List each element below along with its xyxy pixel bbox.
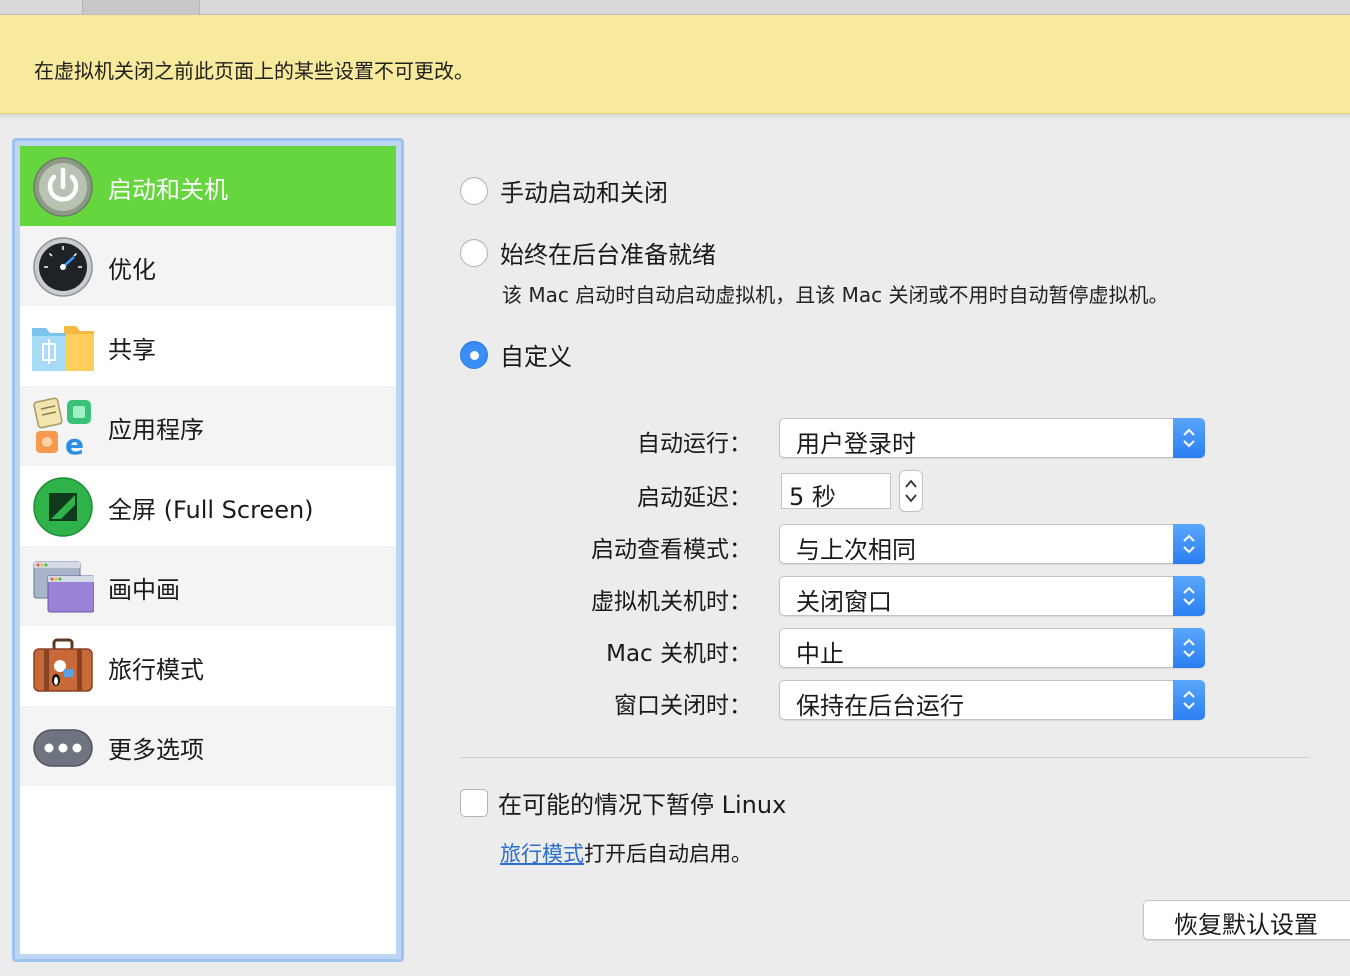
section-divider	[460, 757, 1310, 758]
radio-button-selected[interactable]	[460, 340, 488, 369]
sidebar-item-more-options[interactable]: 更多选项	[20, 706, 396, 786]
applications-icon: e	[32, 396, 94, 461]
sidebar-item-fullscreen[interactable]: 全屏 (Full Screen)	[20, 466, 396, 546]
chevron-updown-icon	[1173, 680, 1205, 720]
sidebar-item-applications[interactable]: e 应用程序	[20, 386, 396, 466]
startup-delay-stepper[interactable]	[899, 470, 923, 512]
radio-manual-startup[interactable]: 手动启动和关闭	[460, 173, 668, 208]
always-ready-description: 该 Mac 启动时自动启动虚拟机，且该 Mac 关闭或不用时自动暂停虚拟机。	[502, 283, 1169, 307]
svg-text:e: e	[65, 428, 84, 458]
mac-shutdown-select[interactable]: 中止	[779, 628, 1205, 668]
sidebar-item-optimization[interactable]: 优化	[20, 226, 396, 306]
sidebar-item-label: 全屏 (Full Screen)	[108, 496, 314, 524]
button-label: 恢复默认设置	[1174, 911, 1318, 939]
checkbox-label: 在可能的情况下暂停 Linux	[498, 791, 787, 819]
field-value: 5 秒	[789, 483, 836, 511]
picture-in-picture-icon	[32, 556, 95, 618]
sidebar-item-label: 应用程序	[108, 416, 204, 444]
pause-linux-option[interactable]: 在可能的情况下暂停 Linux	[460, 785, 786, 820]
select-value: 与上次相同	[796, 536, 916, 564]
auto-run-select[interactable]: 用户登录时	[779, 418, 1205, 458]
sidebar-list: 启动和关机 优化 共享 e 应用程序 全屏 (Full Screen) 画中画 …	[20, 146, 396, 954]
toolbar-tabs	[0, 0, 1350, 15]
chevron-updown-icon	[1173, 524, 1205, 564]
startup-delay-field[interactable]: 5 秒	[781, 473, 891, 511]
speedometer-icon	[32, 236, 94, 298]
radio-label: 自定义	[500, 343, 572, 371]
sidebar-item-pip[interactable]: 画中画	[20, 546, 396, 626]
power-icon	[32, 156, 94, 218]
vm-shutdown-select[interactable]: 关闭窗口	[779, 576, 1205, 616]
mac-shutdown-label: Mac 关机时：	[606, 641, 752, 667]
window-close-select[interactable]: 保持在后台运行	[779, 680, 1205, 720]
chevron-updown-icon	[1173, 418, 1205, 458]
startup-delay-label: 启动延迟：	[637, 485, 752, 511]
vm-shutdown-label: 虚拟机关机时：	[591, 589, 752, 615]
more-options-icon	[32, 716, 94, 778]
chevron-updown-icon	[1173, 576, 1205, 616]
select-value: 中止	[796, 640, 844, 668]
sidebar-item-label: 旅行模式	[108, 656, 204, 684]
sidebar-item-label: 优化	[108, 256, 156, 284]
warning-banner: 在虚拟机关闭之前此页面上的某些设置不可更改。	[0, 15, 1350, 114]
sidebar-item-label: 共享	[108, 336, 156, 364]
window-close-label: 窗口关闭时：	[614, 693, 752, 719]
sidebar: 启动和关机 优化 共享 e 应用程序 全屏 (Full Screen) 画中画 …	[12, 138, 404, 962]
radio-always-ready[interactable]: 始终在后台准备就绪	[460, 235, 716, 270]
sidebar-item-label: 画中画	[108, 576, 180, 604]
chevron-updown-icon	[1173, 628, 1205, 668]
view-mode-label: 启动查看模式：	[591, 537, 752, 563]
suitcase-icon	[32, 636, 94, 698]
radio-label: 始终在后台准备就绪	[500, 241, 716, 269]
sidebar-item-sharing[interactable]: 共享	[20, 306, 396, 386]
tab-options[interactable]	[82, 0, 200, 14]
select-value: 关闭窗口	[796, 588, 892, 616]
radio-label: 手动启动和关闭	[500, 179, 668, 207]
note-text: 打开后自动启用。	[584, 842, 752, 866]
sidebar-item-label: 启动和关机	[108, 176, 228, 204]
sidebar-item-travel-mode[interactable]: 旅行模式	[20, 626, 396, 706]
warning-text: 在虚拟机关闭之前此页面上的某些设置不可更改。	[34, 59, 474, 83]
view-mode-select[interactable]: 与上次相同	[779, 524, 1205, 564]
radio-button[interactable]	[460, 176, 488, 205]
radio-custom[interactable]: 自定义	[460, 337, 572, 372]
radio-button[interactable]	[460, 238, 488, 267]
banner-shadow	[0, 114, 1350, 120]
sidebar-item-label: 更多选项	[108, 736, 204, 764]
select-value: 用户登录时	[796, 430, 916, 458]
travel-mode-link[interactable]: 旅行模式	[500, 842, 584, 866]
fullscreen-icon	[32, 476, 94, 538]
restore-defaults-button[interactable]: 恢复默认设置	[1143, 900, 1350, 940]
sidebar-item-startup-shutdown[interactable]: 启动和关机	[20, 146, 396, 226]
travel-mode-note: 旅行模式打开后自动启用。	[500, 838, 752, 868]
shared-folder-icon	[32, 316, 94, 378]
auto-run-label: 自动运行：	[637, 431, 752, 457]
pause-linux-checkbox[interactable]	[460, 788, 488, 817]
select-value: 保持在后台运行	[796, 692, 964, 720]
